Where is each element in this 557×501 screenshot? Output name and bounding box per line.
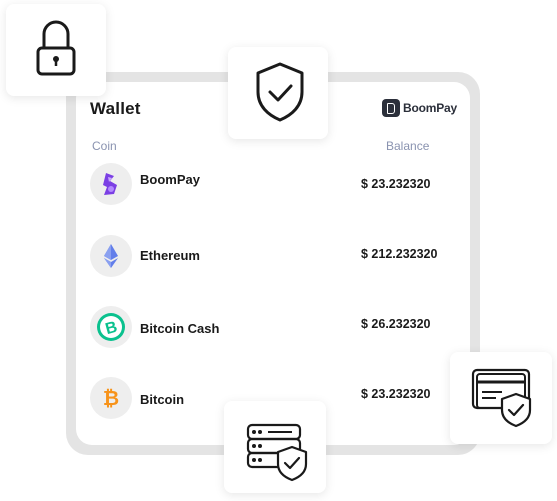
boompay-logo-icon: [382, 99, 400, 117]
brand-name: BoomPay: [403, 101, 457, 115]
server-shield-badge: [224, 401, 326, 493]
coin-balance: $ 26.232320: [361, 317, 431, 331]
boompay-icon: [90, 163, 132, 205]
coin-row-bitcoin-cash[interactable]: B Bitcoin Cash $ 26.232320: [90, 306, 450, 348]
padlock-icon: [36, 20, 76, 76]
coin-balance: $ 23.232320: [361, 177, 431, 191]
ethereum-icon: [90, 235, 132, 277]
svg-text:₿: ₿: [103, 388, 119, 410]
shield-badge: [228, 47, 328, 139]
coin-name: Bitcoin Cash: [140, 321, 220, 336]
coin-name: BoomPay: [140, 172, 200, 187]
stage: Wallet BoomPay Coin Balance BoomPay $ 23…: [0, 0, 557, 501]
coin-row-ethereum[interactable]: Ethereum $ 212.232320: [90, 235, 450, 277]
padlock-badge: [6, 4, 106, 96]
coin-row-boompay[interactable]: BoomPay $ 23.232320: [90, 163, 450, 205]
cards-shield-badge: [450, 352, 552, 444]
column-header-balance: Balance: [386, 139, 430, 153]
bitcoin-icon: ₿: [90, 377, 132, 419]
coin-name: Bitcoin: [140, 392, 185, 407]
coin-balance: $ 23.232320: [361, 387, 431, 401]
coin-name: Ethereum: [140, 248, 200, 263]
column-header-coin: Coin: [92, 139, 117, 153]
wallet-title: Wallet: [90, 99, 141, 118]
bitcoin-cash-icon: B: [90, 306, 132, 348]
cards-shield-icon: [471, 368, 532, 428]
server-shield-icon: [246, 423, 308, 482]
shield-check-icon: [256, 62, 304, 122]
coin-balance: $ 212.232320: [361, 247, 438, 261]
brand-logo: BoomPay: [382, 99, 457, 117]
